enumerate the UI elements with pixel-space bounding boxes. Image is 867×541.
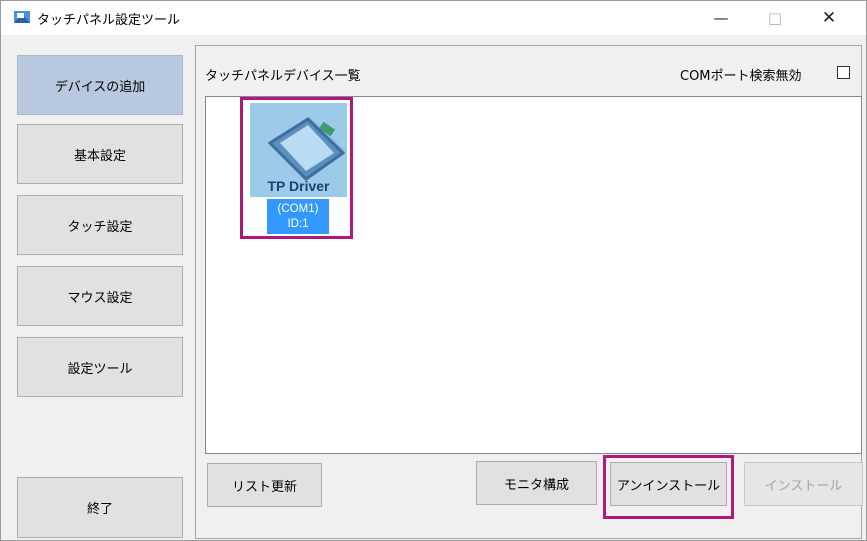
install-button[interactable]: インストール (744, 462, 863, 506)
sidebar-item-basic-settings[interactable]: 基本設定 (17, 124, 183, 184)
window-title: タッチパネル設定ツール (37, 13, 181, 28)
refresh-list-button[interactable]: リスト更新 (207, 463, 322, 507)
title-bar: タッチパネル設定ツール — □ ✕ (1, 1, 866, 35)
com-search-disable-checkbox[interactable] (837, 66, 850, 79)
uninstall-highlight-frame (603, 455, 734, 519)
close-button[interactable]: ✕ (806, 1, 852, 35)
sidebar-item-setting-tools[interactable]: 設定ツール (17, 337, 183, 397)
device-highlight-frame (240, 97, 353, 239)
sidebar-item-add-device[interactable]: デバイスの追加 (17, 55, 183, 115)
exit-button[interactable]: 終了 (17, 477, 183, 538)
device-list-title: タッチパネルデバイス一覧 (205, 69, 361, 84)
sidebar-item-touch-settings[interactable]: タッチ設定 (17, 195, 183, 255)
minimize-button[interactable]: — (698, 1, 744, 35)
sidebar-item-mouse-settings[interactable]: マウス設定 (17, 266, 183, 326)
com-search-disable-label: COMポート検索無効 (680, 69, 802, 84)
monitor-config-button[interactable]: モニタ構成 (476, 461, 597, 505)
app-touch-icon (13, 9, 31, 25)
maximize-button[interactable]: □ (752, 1, 798, 35)
